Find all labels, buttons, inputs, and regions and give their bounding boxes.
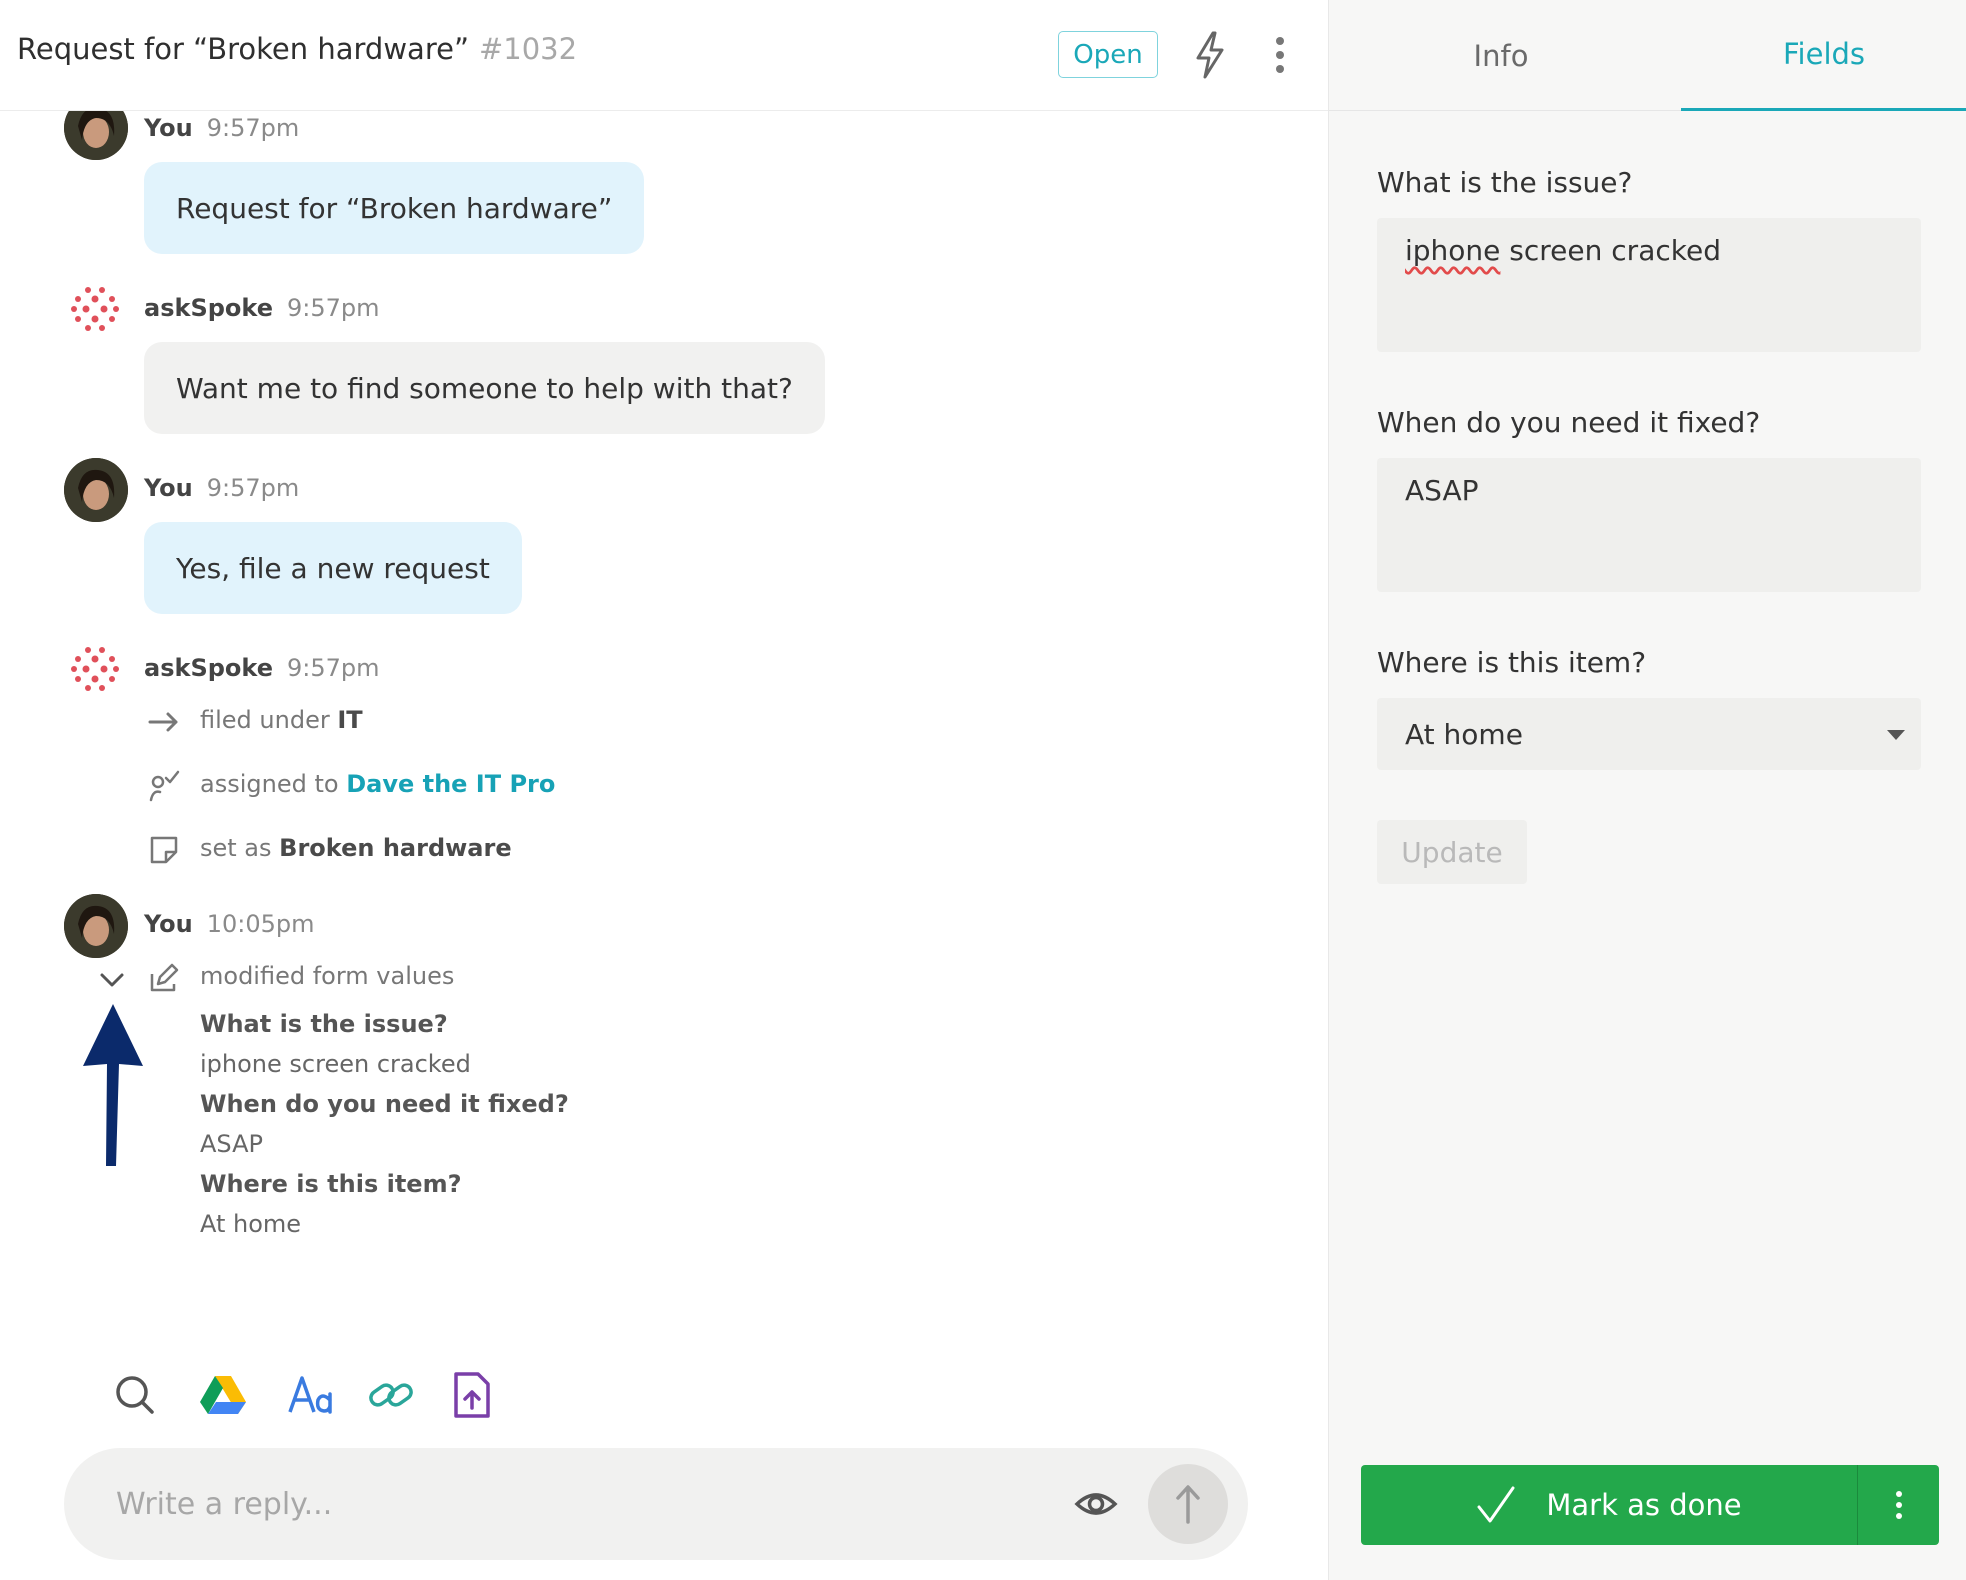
- event-text: assigned to: [200, 770, 339, 798]
- event-text: filed under: [200, 706, 330, 734]
- status-badge[interactable]: Open: [1058, 31, 1158, 78]
- message-bubble: Yes, file a new request: [144, 522, 522, 614]
- update-button[interactable]: Update: [1377, 820, 1527, 884]
- location-select[interactable]: At home: [1377, 698, 1921, 770]
- avatar: [64, 894, 128, 958]
- mark-as-done-group: Mark as done: [1361, 1465, 1939, 1545]
- field-label: What is the issue?: [1377, 166, 1633, 199]
- message-meta: askSpoke 9:57pm: [144, 654, 380, 682]
- event-value: Broken hardware: [279, 834, 512, 862]
- event-set-type: set as Broken hardware: [200, 834, 512, 862]
- more-options-icon[interactable]: [1268, 34, 1292, 76]
- reply-composer: [64, 1448, 1248, 1560]
- field-label: When do you need it fixed?: [1377, 406, 1761, 439]
- author-name: You: [144, 474, 193, 502]
- message-time: 10:05pm: [206, 910, 315, 938]
- event-text: set as: [200, 834, 272, 862]
- assign-user-icon: [149, 770, 180, 802]
- conversation-pane: Request for “Broken hardware” #1032 Open …: [0, 0, 1328, 1580]
- message-meta: You 9:57pm: [144, 474, 299, 502]
- form-value-question: Where is this item?: [200, 1170, 462, 1198]
- field-label: Where is this item?: [1377, 646, 1647, 679]
- link-icon[interactable]: [366, 1370, 416, 1420]
- author-name: You: [144, 114, 193, 142]
- arrow-up-icon: [1176, 1485, 1200, 1524]
- message-meta: You 9:57pm: [144, 114, 299, 142]
- google-drive-icon[interactable]: [198, 1370, 248, 1420]
- message-meta: You 10:05pm: [144, 910, 315, 938]
- event-modified: modified form values: [200, 962, 455, 990]
- ticket-number: #1032: [478, 32, 578, 66]
- event-value: IT: [337, 706, 363, 734]
- tab-fields[interactable]: Fields: [1681, 0, 1966, 111]
- text-format-icon[interactable]: [286, 1370, 336, 1420]
- fix-by-field[interactable]: ASAP: [1377, 458, 1921, 592]
- sidebar-tabs: Info Fields: [1329, 0, 1966, 111]
- details-sidebar: Info Fields What is the issue? iphone sc…: [1328, 0, 1966, 1580]
- message-time: 9:57pm: [206, 114, 300, 142]
- dropdown-caret-icon: [1887, 730, 1905, 740]
- mark-as-done-label: Mark as done: [1546, 1488, 1742, 1522]
- tab-info[interactable]: Info: [1329, 0, 1673, 111]
- note-icon: [150, 836, 178, 864]
- message-bubble: Request for “Broken hardware”: [144, 162, 645, 254]
- issue-field[interactable]: iphone screen cracked: [1377, 218, 1921, 352]
- event-assigned: assigned to Dave the IT Pro: [200, 770, 555, 798]
- message-bubble: Want me to find someone to help with tha…: [144, 342, 825, 434]
- message-meta: askSpoke 9:57pm: [144, 294, 380, 322]
- author-name: askSpoke: [144, 654, 273, 682]
- assignee-link[interactable]: Dave the IT Pro: [346, 770, 555, 798]
- form-value-answer: At home: [200, 1210, 302, 1238]
- check-icon: [1477, 1486, 1515, 1523]
- message-time: 9:57pm: [287, 654, 380, 682]
- form-value-question: What is the issue?: [200, 1010, 448, 1038]
- edit-form-icon: [150, 963, 179, 992]
- more-actions-icon[interactable]: [1858, 1465, 1939, 1545]
- request-title: Request for “Broken hardware”: [17, 32, 469, 66]
- avatar: [64, 458, 128, 522]
- page-title: Request for “Broken hardware” #1032: [17, 32, 577, 66]
- message-time: 9:57pm: [287, 294, 380, 322]
- chevron-down-icon[interactable]: [98, 970, 126, 990]
- askspoke-logo-icon: [71, 647, 119, 691]
- conversation-header: Request for “Broken hardware” #1032 Open: [0, 0, 1328, 111]
- send-button[interactable]: [1148, 1464, 1228, 1544]
- form-value-question: When do you need it fixed?: [200, 1090, 569, 1118]
- annotation-arrow-icon: [83, 1004, 143, 1166]
- file-upload-icon[interactable]: [446, 1370, 496, 1420]
- event-filed: filed under IT: [200, 706, 363, 734]
- author-name: You: [144, 910, 193, 938]
- eye-icon[interactable]: [1074, 1482, 1118, 1526]
- location-select-value: At home: [1405, 717, 1523, 751]
- arrow-right-icon: [148, 712, 178, 732]
- message-time: 9:57pm: [206, 474, 300, 502]
- reply-input[interactable]: [116, 1476, 1016, 1532]
- form-value-answer: ASAP: [200, 1130, 263, 1158]
- misspelled-word: iphone: [1405, 234, 1501, 267]
- author-name: askSpoke: [144, 294, 273, 322]
- lightning-icon[interactable]: [1190, 30, 1230, 80]
- mark-as-done-button[interactable]: Mark as done: [1361, 1465, 1857, 1545]
- askspoke-logo-icon: [71, 287, 119, 331]
- search-icon[interactable]: [110, 1370, 160, 1420]
- form-value-answer: iphone screen cracked: [200, 1050, 471, 1078]
